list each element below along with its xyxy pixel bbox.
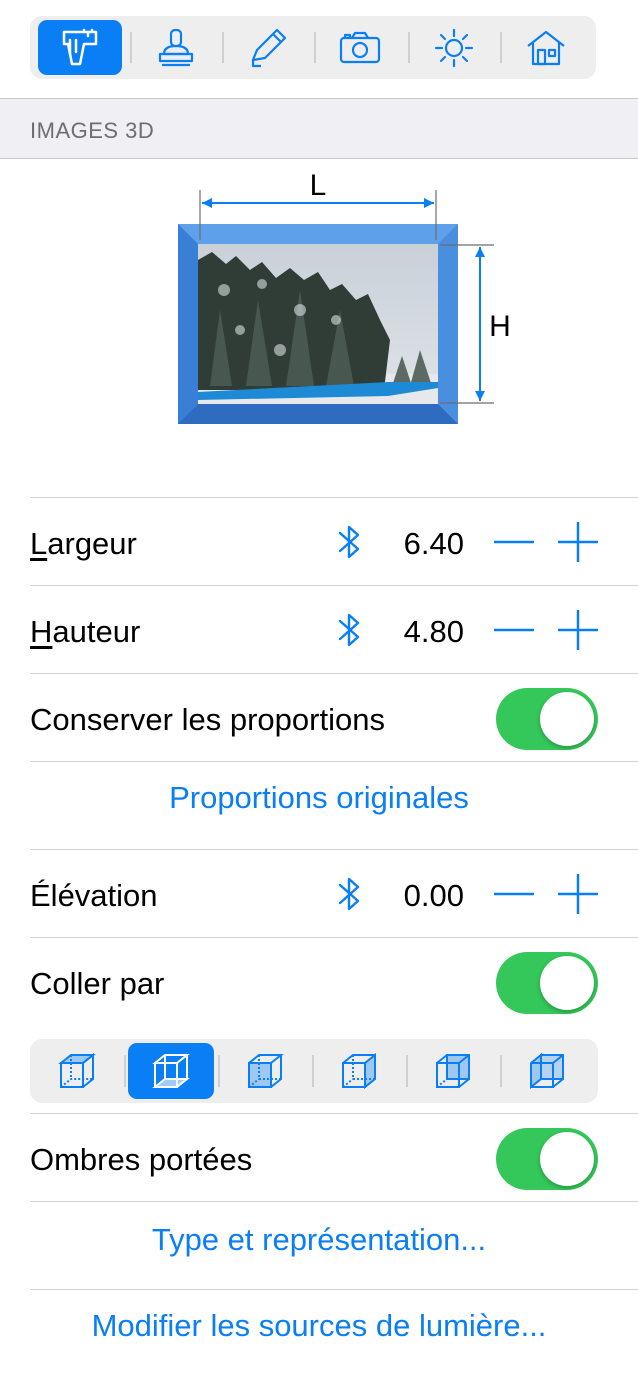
decrement-width-button[interactable]	[492, 522, 536, 562]
edit-light-sources-button[interactable]: Modifier les sources de lumière...	[30, 1308, 608, 1344]
cast-shadows-label: Ombres portées	[30, 1142, 253, 1177]
face-left-option[interactable]	[504, 1043, 590, 1099]
width-row: Largeur 6.40	[30, 497, 638, 585]
height-value: 4.80	[403, 614, 464, 649]
stick-to-toggle[interactable]	[496, 952, 598, 1014]
bluetooth-icon[interactable]	[332, 522, 368, 562]
bluetooth-icon[interactable]	[332, 610, 368, 650]
cube-bottom-icon	[152, 1054, 190, 1088]
increment-elevation-button[interactable]	[556, 874, 600, 914]
stick-to-label: Coller par	[30, 966, 165, 1001]
cube-back-icon	[436, 1054, 470, 1088]
keep-proportions-row: Conserver les proportions	[30, 673, 638, 761]
width-label: Largeur	[30, 526, 137, 561]
type-representation-button[interactable]: Type et représentation...	[30, 1222, 608, 1258]
tab-camera[interactable]	[318, 20, 402, 75]
face-front-option[interactable]	[222, 1043, 308, 1099]
face-bottom-option[interactable]	[128, 1043, 214, 1099]
width-value: 6.40	[403, 526, 464, 561]
tool-segmented-control	[30, 16, 596, 79]
cube-right-icon	[342, 1052, 376, 1090]
cast-shadows-toggle[interactable]	[496, 1128, 598, 1190]
section-title: IMAGES 3D	[30, 118, 155, 143]
width-dimension-label: L	[310, 169, 327, 202]
dimension-diagram: L H	[0, 160, 638, 460]
elevation-value: 0.00	[403, 878, 464, 913]
tab-edit[interactable]	[226, 20, 310, 75]
section-header: IMAGES 3D	[0, 98, 638, 159]
decrement-height-button[interactable]	[492, 610, 536, 650]
increment-height-button[interactable]	[556, 610, 600, 650]
elevation-row: Élévation 0.00	[30, 849, 638, 937]
original-proportions-button[interactable]: Proportions originales	[30, 780, 608, 816]
tab-measure[interactable]	[38, 20, 122, 75]
pencil-icon	[251, 28, 287, 67]
height-row: Hauteur 4.80	[30, 585, 638, 673]
tab-stamp[interactable]	[134, 20, 218, 75]
camera-icon	[339, 31, 381, 63]
type-representation-row: Type et représentation...	[30, 1201, 638, 1289]
decrement-elevation-button[interactable]	[492, 874, 536, 914]
bluetooth-icon[interactable]	[332, 874, 368, 914]
tab-lighting[interactable]	[412, 20, 496, 75]
house-icon	[527, 30, 565, 65]
original-proportions-row: Proportions originales	[30, 761, 638, 849]
cube-top-icon	[58, 1052, 96, 1088]
picture-frame-illustration: L H	[178, 169, 511, 424]
tab-building[interactable]	[504, 20, 588, 75]
height-dimension-label: H	[489, 310, 511, 343]
face-back-option[interactable]	[410, 1043, 496, 1099]
cast-shadows-row: Ombres portées	[30, 1113, 638, 1201]
caliper-icon	[62, 28, 98, 65]
stamp-icon	[158, 28, 194, 66]
keep-proportions-toggle[interactable]	[496, 688, 598, 750]
cube-front-icon	[248, 1054, 284, 1088]
stick-to-row: Coller par	[30, 937, 638, 1025]
elevation-label: Élévation	[30, 878, 158, 913]
light-sources-row: Modifier les sources de lumière...	[30, 1289, 638, 1374]
face-selector	[30, 1039, 598, 1103]
height-label: Hauteur	[30, 614, 141, 649]
face-top-option[interactable]	[34, 1043, 120, 1099]
cube-left-icon	[530, 1052, 564, 1090]
face-right-option[interactable]	[316, 1043, 402, 1099]
sun-icon	[434, 28, 474, 67]
keep-proportions-label: Conserver les proportions	[30, 702, 385, 737]
increment-width-button[interactable]	[556, 522, 600, 562]
